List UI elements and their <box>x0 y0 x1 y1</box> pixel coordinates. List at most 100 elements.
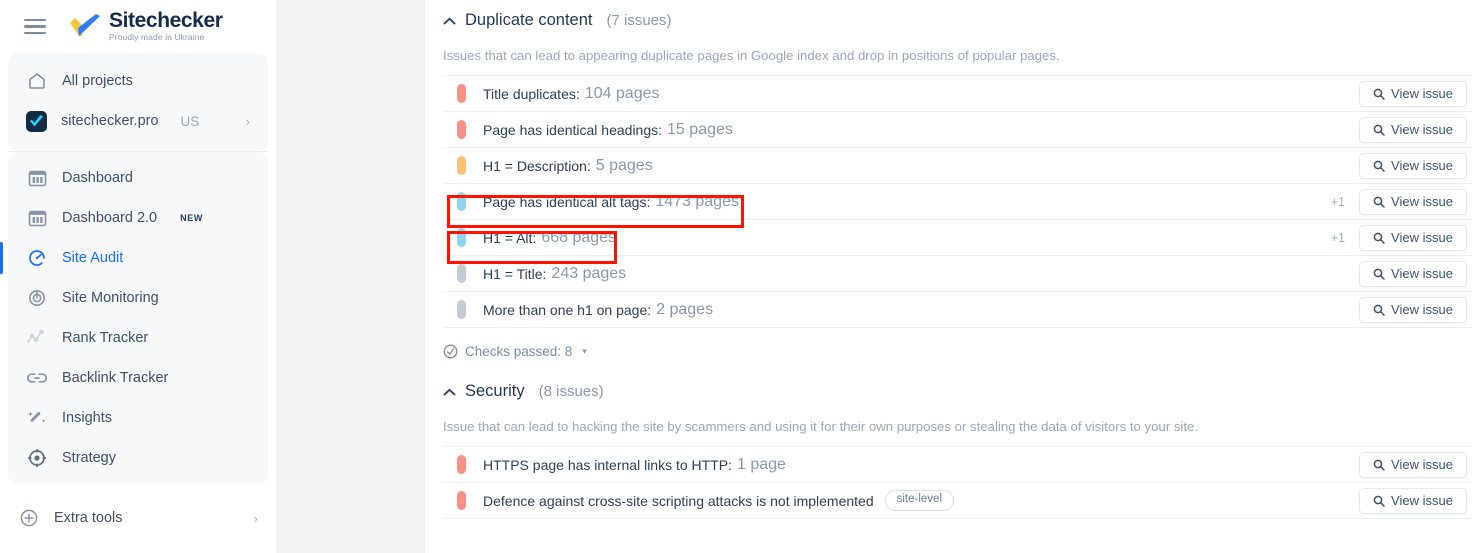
chevron-up-icon[interactable] <box>443 17 456 25</box>
view-issue-label: View issue <box>1391 86 1453 101</box>
view-issue-button[interactable]: View issue <box>1359 487 1467 514</box>
view-issue-label: View issue <box>1391 457 1453 472</box>
issue-name: H1 = Description: <box>483 157 591 174</box>
brand-bar: Sitechecker Proudly made in Ukraine <box>0 0 276 53</box>
view-issue-label: View issue <box>1391 493 1453 508</box>
checkmark-logo-icon <box>66 13 102 40</box>
severity-indicator <box>457 300 466 319</box>
issue-page-count: 5 pages <box>595 156 653 174</box>
issue-row-actions: +1 View issue <box>1331 188 1472 215</box>
severity-indicator <box>457 491 466 510</box>
issue-row[interactable]: Title duplicates: 104 pages View issue <box>443 76 1472 112</box>
severity-indicator <box>457 156 466 175</box>
sidebar-item-insights[interactable]: Insights <box>8 398 268 438</box>
issue-scope-tag: site-level <box>884 490 955 511</box>
new-badge: NEW <box>180 213 203 223</box>
insights-wand-icon <box>26 407 48 429</box>
issue-name: Title duplicates: <box>483 85 580 102</box>
caret-down-icon[interactable]: ▾ <box>582 346 587 357</box>
section-header-security[interactable]: Security (8 issues) <box>443 365 1472 401</box>
sidebar-item-dashboard-2[interactable]: Dashboard 2.0 NEW <box>8 198 268 238</box>
view-issue-button[interactable]: View issue <box>1359 152 1467 179</box>
issue-row[interactable]: Page has identical headings: 15 pages Vi… <box>443 112 1472 148</box>
sidebar-item-label: Extra tools <box>54 510 123 526</box>
sidebar-item-site-monitoring[interactable]: Site Monitoring <box>8 278 268 318</box>
plus-circle-icon <box>18 507 40 529</box>
issue-page-count: 243 pages <box>551 264 627 282</box>
sidebar-item-label: Insights <box>62 410 112 426</box>
main-content: Duplicate content (7 issues) Issues that… <box>425 0 1477 553</box>
issue-row[interactable]: H1 = Alt: 668 pages +1 View issue <box>443 220 1472 256</box>
issue-row[interactable]: Page has identical alt tags: 1473 pages … <box>443 184 1472 220</box>
search-icon <box>1373 232 1385 244</box>
sidebar-item-project[interactable]: sitechecker.pro US › <box>8 101 268 141</box>
site-audit-icon <box>26 247 48 269</box>
issue-row-actions: View issue <box>1359 80 1472 107</box>
strategy-target-icon <box>26 447 48 469</box>
issue-row[interactable]: H1 = Title: 243 pages View issue <box>443 256 1472 292</box>
sidebar-item-extra-tools[interactable]: Extra tools › <box>0 498 276 538</box>
issue-page-count: 2 pages <box>656 300 714 318</box>
issue-row[interactable]: More than one h1 on page: 2 pages View i… <box>443 292 1472 328</box>
sidebar-main-nav: Dashboard Dashboard 2.0 NEW Site Audit S… <box>0 152 268 484</box>
section-issue-count: (7 issues) <box>606 12 672 29</box>
section-title: Duplicate content <box>465 11 593 29</box>
severity-indicator <box>457 120 466 139</box>
search-icon <box>1373 124 1385 136</box>
view-issue-button[interactable]: View issue <box>1359 224 1467 251</box>
issue-row-actions: +1 View issue <box>1331 224 1472 251</box>
severity-indicator <box>457 455 466 474</box>
chevron-up-icon[interactable] <box>443 388 456 396</box>
issue-row[interactable]: Defence against cross-site scripting att… <box>443 483 1472 519</box>
view-issue-button[interactable]: View issue <box>1359 188 1467 215</box>
sidebar-extra-group: Extra tools › <box>0 498 276 538</box>
sidebar-item-all-projects[interactable]: All projects <box>8 61 268 101</box>
view-issue-button[interactable]: View issue <box>1359 80 1467 107</box>
sidebar-item-dashboard[interactable]: Dashboard <box>8 158 268 198</box>
view-issue-button[interactable]: View issue <box>1359 116 1467 143</box>
view-issue-label: View issue <box>1391 158 1453 173</box>
dashboard-icon <box>26 167 48 189</box>
project-name: sitechecker.pro <box>61 113 159 129</box>
sidebar-item-site-audit[interactable]: Site Audit <box>0 238 268 278</box>
issue-row[interactable]: H1 = Description: 5 pages View issue <box>443 148 1472 184</box>
sidebar-item-rank-tracker[interactable]: Rank Tracker <box>8 318 268 358</box>
dashboard-icon <box>26 207 48 229</box>
search-icon <box>1373 160 1385 172</box>
issue-row-actions: View issue <box>1359 152 1472 179</box>
sidebar-item-label: Dashboard 2.0 <box>62 210 158 226</box>
search-icon <box>1373 459 1385 471</box>
hamburger-icon[interactable] <box>24 18 46 35</box>
issue-list-security: HTTPS page has internal links to HTTP: 1… <box>443 446 1472 519</box>
issue-row-actions: View issue <box>1359 116 1472 143</box>
search-icon <box>1373 304 1385 316</box>
issue-name: More than one h1 on page: <box>483 301 652 318</box>
issue-page-count: 104 pages <box>584 84 660 102</box>
brand-logo[interactable]: Sitechecker Proudly made in Ukraine <box>66 10 223 43</box>
issue-page-count: 1 page <box>737 455 786 473</box>
issue-name: H1 = Title: <box>483 265 547 282</box>
severity-indicator <box>457 84 466 103</box>
checks-passed-toggle[interactable]: Checks passed: 8 ▾ <box>443 344 1472 359</box>
view-issue-button[interactable]: View issue <box>1359 260 1467 287</box>
chevron-right-icon[interactable]: › <box>254 511 258 526</box>
view-issue-button[interactable]: View issue <box>1359 451 1467 478</box>
sidebar-item-label: Site Audit <box>62 250 124 266</box>
severity-indicator <box>457 264 466 283</box>
section-description: Issues that can lead to appearing duplic… <box>443 48 1060 63</box>
sidebar-item-label: Site Monitoring <box>62 290 159 306</box>
issue-name: Page has identical alt tags: <box>483 193 651 210</box>
issue-list-duplicate-content: Title duplicates: 104 pages View issue P… <box>443 75 1472 328</box>
brand-name: Sitechecker <box>109 9 223 32</box>
chevron-right-icon[interactable]: › <box>246 114 250 129</box>
view-issue-button[interactable]: View issue <box>1359 296 1467 323</box>
project-favicon <box>26 110 47 132</box>
section-header-duplicate-content[interactable]: Duplicate content (7 issues) <box>443 0 1472 30</box>
sidebar-item-strategy[interactable]: Strategy <box>8 438 268 478</box>
issue-name: HTTPS page has internal links to HTTP: <box>483 456 732 473</box>
sidebar-item-label: All projects <box>62 73 133 89</box>
sidebar-item-backlink-tracker[interactable]: Backlink Tracker <box>8 358 268 398</box>
issue-page-count: 1473 pages <box>655 192 739 210</box>
issue-row[interactable]: HTTPS page has internal links to HTTP: 1… <box>443 447 1472 483</box>
search-icon <box>1373 88 1385 100</box>
